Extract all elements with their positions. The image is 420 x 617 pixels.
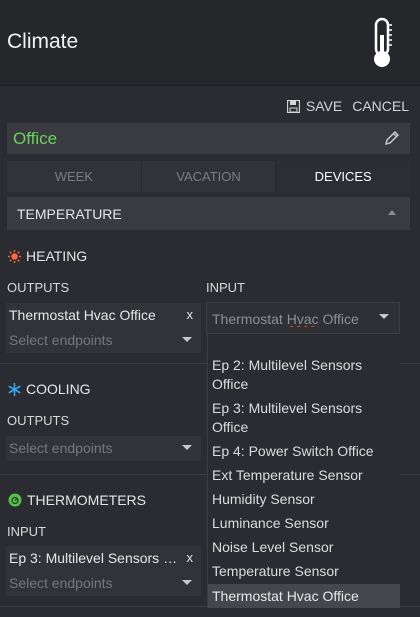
app-header: Climate xyxy=(0,0,420,86)
temperature-section-header[interactable]: TEMPERATURE xyxy=(7,197,410,230)
thermometers-label: THERMOMETERS xyxy=(27,492,146,508)
pencil-icon[interactable] xyxy=(384,130,400,146)
chevron-up-icon xyxy=(388,210,396,215)
form-actions: SAVE CANCEL xyxy=(286,96,409,116)
heating-label: HEATING xyxy=(26,248,88,264)
heating-outputs-select: Thermostat Hvac Office x Select endpoint… xyxy=(6,303,201,353)
endpoint-search-input[interactable]: Select endpoints xyxy=(6,436,201,460)
page-title: Climate xyxy=(7,30,79,53)
cooling-outputs-select: Select endpoints xyxy=(6,436,201,461)
sun-icon xyxy=(8,249,21,263)
dropdown-option[interactable]: Ep 2: Multilevel Sensors Office xyxy=(208,356,400,394)
selected-endpoint-label: Thermostat Hvac Office xyxy=(9,307,156,323)
heating-outputs-label: OUTPUTS xyxy=(7,280,70,295)
save-button[interactable]: SAVE xyxy=(286,98,343,114)
thermometers-input-select: Ep 3: Multilevel Sensors Office x Select… xyxy=(6,546,201,596)
dropdown-option-selected[interactable]: Thermostat Hvac Office xyxy=(208,584,400,608)
section-title: TEMPERATURE xyxy=(17,206,122,222)
dropdown-option[interactable]: Ext Temperature Sensor xyxy=(208,466,400,485)
dropdown-option[interactable]: Humidity Sensor xyxy=(208,490,400,509)
tab-week[interactable]: WEEK xyxy=(7,161,142,192)
tab-vacation[interactable]: VACATION xyxy=(142,161,277,192)
heating-input-dropdown: Ep 2: Multilevel Sensors Office Ep 3: Mu… xyxy=(207,334,400,608)
remove-endpoint-button[interactable]: x xyxy=(187,307,194,322)
cooling-label: COOLING xyxy=(26,381,91,397)
save-label: SAVE xyxy=(305,98,343,114)
selected-endpoint-label: Ep 3: Multilevel Sensors Office xyxy=(9,550,181,566)
thermometer-icon xyxy=(374,17,392,67)
endpoint-search-input[interactable]: Select endpoints xyxy=(6,571,201,595)
device-name: Office xyxy=(13,129,58,148)
tab-devices[interactable]: DEVICES xyxy=(276,161,411,192)
chevron-down-icon xyxy=(379,314,389,319)
endpoint-search-input[interactable]: Select endpoints xyxy=(6,328,201,352)
heating-input-value-part: Thermostat xyxy=(212,311,287,327)
dropdown-option[interactable]: Temperature Sensor xyxy=(208,562,400,581)
save-icon xyxy=(286,99,300,113)
heating-input-select[interactable]: Thermostat Hvac Office xyxy=(206,302,400,334)
endpoint-placeholder: Select endpoints xyxy=(9,575,113,591)
gauge-icon xyxy=(8,493,22,507)
cancel-button[interactable]: CANCEL xyxy=(352,98,409,114)
snowflake-icon xyxy=(8,382,21,396)
chevron-down-icon xyxy=(182,445,192,450)
device-name-field[interactable]: Office xyxy=(7,123,410,154)
dropdown-option[interactable]: Noise Level Sensor xyxy=(208,538,400,557)
chevron-down-icon xyxy=(182,580,192,585)
heating-title: HEATING xyxy=(8,248,87,264)
endpoint-placeholder: Select endpoints xyxy=(9,332,113,348)
chevron-down-icon xyxy=(182,337,192,342)
dropdown-option[interactable]: Ep 3: Multilevel Sensors Office xyxy=(208,399,400,437)
dropdown-option[interactable]: Ep 4: Power Switch Office xyxy=(208,442,400,461)
heating-input-value-part: Office xyxy=(318,311,359,327)
selected-endpoint-tag: Thermostat Hvac Office x xyxy=(6,303,201,327)
thermometers-title: THERMOMETERS xyxy=(8,492,146,508)
cooling-outputs-label: OUTPUTS xyxy=(7,413,70,428)
tab-bar: WEEK VACATION DEVICES xyxy=(7,161,411,192)
heating-input-label: INPUT xyxy=(206,280,245,295)
cooling-title: COOLING xyxy=(8,381,91,397)
thermometers-input-label: INPUT xyxy=(7,524,46,539)
dropdown-option[interactable]: Luminance Sensor xyxy=(208,514,400,533)
endpoint-placeholder: Select endpoints xyxy=(9,440,113,456)
selected-endpoint-tag: Ep 3: Multilevel Sensors Office x xyxy=(6,546,201,570)
heating-input-value: Thermostat Hvac Office xyxy=(212,311,367,327)
remove-endpoint-button[interactable]: x xyxy=(187,550,194,565)
heating-input-value-part: Hvac xyxy=(286,311,319,327)
